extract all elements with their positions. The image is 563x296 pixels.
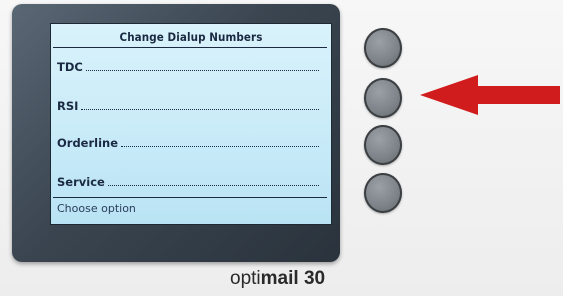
lcd-screen: Change Dialup Numbers TDC RSI Orderline … (50, 23, 332, 225)
arrow-left-icon (420, 75, 560, 115)
soft-key-tdc-button[interactable] (364, 28, 402, 68)
option-label: RSI (57, 99, 79, 113)
soft-key-orderline-button[interactable] (364, 125, 402, 165)
dotted-leader (81, 109, 319, 110)
option-label: TDC (57, 60, 83, 74)
status-divider (53, 197, 327, 198)
brand-suffix: mail 30 (260, 268, 326, 289)
option-label: Orderline (57, 136, 119, 150)
dotted-leader (85, 70, 319, 71)
screen-title: Change Dialup Numbers (119, 30, 263, 44)
title-divider (53, 47, 327, 48)
dotted-leader (107, 185, 319, 186)
soft-key-rsi-button[interactable] (364, 78, 402, 118)
option-orderline[interactable]: Orderline (57, 136, 319, 150)
soft-key-service-button[interactable] (364, 173, 402, 213)
device-panel: Change Dialup Numbers TDC RSI Orderline … (0, 0, 563, 296)
option-label: Service (57, 175, 105, 189)
brand-logo: optimail 30 (230, 268, 325, 290)
status-text: Choose option (57, 202, 136, 215)
option-service[interactable]: Service (57, 175, 319, 189)
display-bezel: Change Dialup Numbers TDC RSI Orderline … (12, 4, 340, 262)
option-tdc[interactable]: TDC (57, 60, 319, 74)
brand-prefix: opti (230, 268, 261, 289)
option-rsi[interactable]: RSI (57, 99, 319, 113)
dotted-leader (121, 146, 319, 147)
